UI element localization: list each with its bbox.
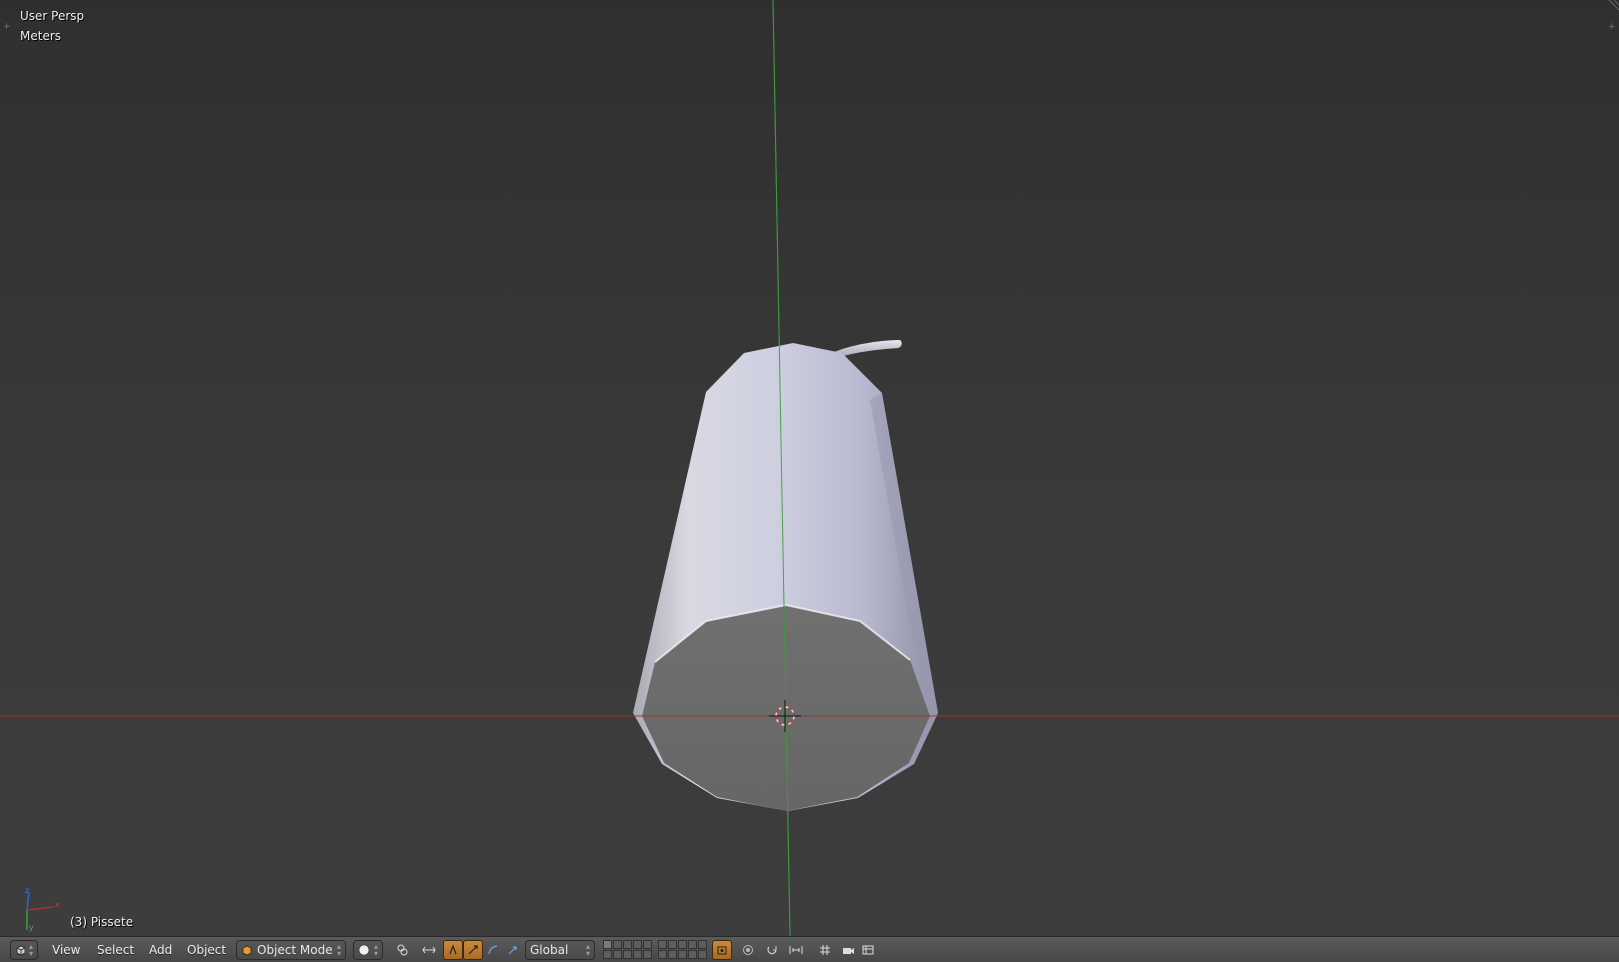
mode-selector[interactable]: Object Mode ▴ ▾ <box>236 940 346 960</box>
transform-orientation-label: Global <box>530 943 569 957</box>
rotate-mode-button[interactable] <box>483 940 503 960</box>
scale-icon <box>508 946 517 955</box>
layer-button[interactable] <box>613 940 622 949</box>
layer-button[interactable] <box>623 940 632 949</box>
menu-view[interactable]: View <box>46 940 86 960</box>
translate-icon <box>449 944 457 955</box>
layer-button[interactable] <box>688 940 697 949</box>
layer-button[interactable] <box>668 940 677 949</box>
layer-button[interactable] <box>668 950 677 959</box>
lock-camera-icon <box>717 946 727 955</box>
pivot-point-icon <box>397 944 408 956</box>
menu-add[interactable]: Add <box>143 940 178 960</box>
view-name-label: User Persp <box>20 9 85 23</box>
rotate-icon <box>468 945 478 955</box>
layers-group-1[interactable] <box>603 940 652 959</box>
dropdown-arrows-icon: ▴ ▾ <box>28 942 33 958</box>
layer-button[interactable] <box>623 950 632 959</box>
layer-button[interactable] <box>678 950 687 959</box>
layer-button[interactable] <box>698 950 707 959</box>
layer-button[interactable] <box>658 940 667 949</box>
layer-button[interactable] <box>633 940 642 949</box>
dropdown-arrows-icon: ▴ ▾ <box>585 942 590 958</box>
scale-manipulator-button[interactable] <box>503 940 523 960</box>
layer-button[interactable] <box>678 940 687 949</box>
snap-toggle-button[interactable] <box>762 940 782 960</box>
render-preview-icon <box>843 948 854 954</box>
gizmo-x-label: x <box>55 900 60 909</box>
menu-select[interactable]: Select <box>91 940 140 960</box>
3d-view-header: ▴ ▾ View Select Add Object Object Mode ▴ ▾… <box>0 936 1619 962</box>
render-animation-icon <box>862 945 874 955</box>
layer-button[interactable] <box>688 950 697 959</box>
region-toggle-left-icon[interactable]: + <box>3 23 11 32</box>
solid-sphere-icon <box>358 944 370 956</box>
manipulator-toggle-icon <box>422 946 436 954</box>
area-split-corner-icon[interactable] <box>1605 0 1619 14</box>
layer-button[interactable] <box>603 950 612 959</box>
3d-view-icon <box>16 945 25 956</box>
active-object-label: (3) Pissete <box>70 915 134 929</box>
viewport-shading-selector[interactable]: ▴ ▾ <box>353 940 383 960</box>
layer-button[interactable] <box>613 950 622 959</box>
proportional-edit-button[interactable] <box>738 940 758 960</box>
render-preview-button[interactable] <box>838 940 858 960</box>
snap-element-selector[interactable] <box>784 940 808 960</box>
editor-type-selector[interactable]: ▴ ▾ <box>10 940 38 960</box>
object-mode-icon <box>242 945 252 956</box>
pivot-point-selector[interactable] <box>390 940 416 960</box>
axis-gizmo: x y z <box>25 886 60 932</box>
mode-label: Object Mode <box>257 943 333 957</box>
snap-target-button[interactable] <box>815 940 835 960</box>
dropdown-arrows-icon: ▴ ▾ <box>336 942 341 958</box>
render-animation-button[interactable] <box>858 940 878 960</box>
dropdown-arrows-icon: ▴ ▾ <box>373 942 378 958</box>
snap-icon <box>767 946 777 955</box>
translate-manipulator-button[interactable] <box>443 940 463 960</box>
lock-camera-button[interactable] <box>712 940 732 960</box>
layer-button[interactable] <box>658 950 667 959</box>
rotate-manipulator-button[interactable] <box>463 940 483 960</box>
snap-element-icon <box>789 946 803 954</box>
3d-viewport[interactable]: x y z User Persp Meters (3) Pissete + + <box>0 0 1619 936</box>
menu-object[interactable]: Object <box>181 940 232 960</box>
gizmo-y-label: y <box>29 923 34 932</box>
arc-icon <box>488 945 498 955</box>
layer-button[interactable] <box>633 950 642 959</box>
transform-orientation-selector[interactable]: Global ▴ ▾ <box>525 940 595 960</box>
proportional-edit-icon <box>743 945 753 955</box>
snap-target-icon <box>820 945 830 955</box>
layer-button[interactable] <box>643 950 652 959</box>
layer-button[interactable] <box>643 940 652 949</box>
layers-group-2[interactable] <box>658 940 707 959</box>
3d-scene[interactable]: x y z <box>0 0 1619 936</box>
layer-button[interactable] <box>603 940 612 949</box>
gizmo-z-label: z <box>25 886 29 895</box>
manipulator-toggle-button[interactable] <box>419 940 439 960</box>
region-toggle-right-icon[interactable]: + <box>1608 23 1616 32</box>
layer-button[interactable] <box>698 940 707 949</box>
units-label: Meters <box>20 29 62 43</box>
